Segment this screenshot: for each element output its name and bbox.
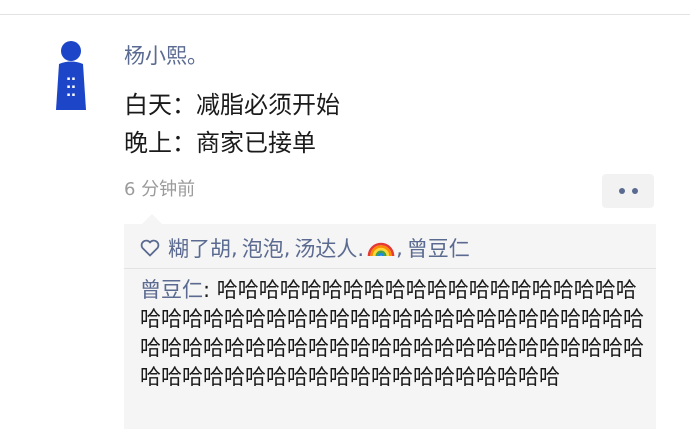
post-time: 6 分钟前 (124, 179, 196, 200)
likes-row: 糊了胡 , 泡泡 , 汤达人. , 曾豆仁 (140, 230, 640, 266)
interaction-panel: 糊了胡 , 泡泡 , 汤达人. , 曾豆仁 曾豆仁: 哈哈哈哈哈哈哈哈哈哈哈哈哈… (124, 214, 656, 429)
post-author[interactable]: 杨小熙。 (124, 42, 208, 70)
rainbow-emoji (367, 242, 395, 257)
heart-icon (140, 239, 160, 257)
post-text: 白天：减脂必须开始 晚上：商家已接单 (124, 86, 340, 162)
more-icon-dot (631, 188, 638, 194)
svg-text:▪ ▪: ▪ ▪ (67, 76, 75, 82)
post-line: 晚上：商家已接单 (124, 129, 316, 157)
like-separator: , (396, 236, 403, 260)
like-name[interactable]: 糊了胡 (168, 233, 231, 263)
like-name[interactable]: 汤达人. (294, 233, 364, 263)
like-separator: , (283, 236, 291, 260)
post-line: 白天：减脂必须开始 (124, 91, 340, 119)
likes-divider (124, 268, 656, 269)
comment-colon: : (203, 278, 217, 302)
svg-text:▪ ▪: ▪ ▪ (67, 92, 75, 98)
svg-text:▪ ▪: ▪ ▪ (67, 84, 75, 90)
more-icon-dot (618, 188, 625, 194)
comment[interactable]: 曾豆仁: 哈哈哈哈哈哈哈哈哈哈哈哈哈哈哈哈哈哈哈哈哈哈哈哈哈哈哈哈哈哈哈哈哈哈哈… (140, 276, 648, 392)
like-name[interactable]: 泡泡 (242, 233, 284, 263)
like-separator: , (231, 236, 238, 260)
comment-author[interactable]: 曾豆仁 (140, 278, 203, 302)
top-divider (0, 14, 690, 15)
like-name[interactable]: 曾豆仁 (407, 233, 470, 263)
avatar[interactable]: ▪ ▪ ▪ ▪ ▪ ▪ (53, 40, 89, 112)
more-button[interactable] (602, 174, 654, 208)
